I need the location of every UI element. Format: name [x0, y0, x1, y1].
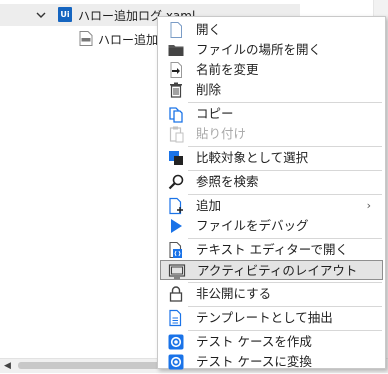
menu-item-label: 貼り付け	[196, 126, 247, 141]
menu-item-label: コピー	[196, 106, 234, 121]
menu-item-create-test-case[interactable]: テスト ケースを作成	[160, 332, 383, 352]
layout-icon	[168, 262, 186, 280]
menu-item-open-text-editor[interactable]: テキスト エディターで開く	[160, 240, 383, 260]
menu-item-label: ファイルの場所を開く	[196, 42, 322, 57]
trash-icon	[167, 81, 185, 99]
menu-item-open[interactable]: 開く	[160, 20, 383, 40]
chevron-right-icon: ›	[366, 199, 371, 212]
scrollbar-thumb[interactable]	[18, 362, 168, 369]
menu-separator	[188, 238, 382, 239]
menu-item-label: 非公開にする	[196, 286, 272, 301]
copy-icon	[167, 105, 185, 123]
menu-item-select-compare[interactable]: 比較対象として選択	[160, 148, 383, 168]
rename-icon	[167, 61, 185, 79]
menu-item-label: ファイルをデバッグ	[196, 218, 309, 233]
menu-item-extract-template[interactable]: テンプレートとして抽出	[160, 308, 383, 328]
menu-item-copy[interactable]: コピー	[160, 104, 383, 124]
menu-item-rename[interactable]: 名前を変更	[160, 60, 383, 80]
menu-item-make-private[interactable]: 非公開にする	[160, 284, 383, 304]
folder-icon	[167, 41, 185, 59]
menu-separator	[188, 306, 382, 307]
paste-icon	[167, 125, 185, 143]
chevron-down-icon[interactable]	[34, 8, 48, 22]
menu-item-label: アクティビティのレイアウト	[197, 263, 358, 278]
context-menu: 開く ファイルの場所を開く 名前を変更 削除 コピー 貼り付け 比較対象として選…	[157, 16, 386, 372]
test-case-icon	[167, 333, 185, 351]
menu-item-paste[interactable]: 貼り付け	[160, 124, 383, 144]
menu-item-label: テスト ケースに変換	[196, 354, 312, 369]
template-icon	[167, 309, 185, 327]
menu-item-label: 名前を変更	[196, 62, 259, 77]
menu-item-label: 参照を検索	[196, 174, 259, 189]
menu-item-label: 削除	[196, 82, 222, 97]
menu-item-label: 開く	[196, 22, 222, 37]
menu-item-debug-file[interactable]: ファイルをデバッグ	[160, 216, 383, 236]
menu-item-activity-layout[interactable]: アクティビティのレイアウト	[160, 260, 383, 280]
lock-icon	[167, 285, 185, 303]
menu-item-add[interactable]: 追加 ›	[160, 196, 383, 216]
menu-item-delete[interactable]: 削除	[160, 80, 383, 100]
menu-separator	[188, 102, 382, 103]
test-case-icon	[167, 353, 185, 371]
menu-item-find-references[interactable]: 参照を検索	[160, 172, 383, 192]
add-document-icon	[167, 197, 185, 215]
menu-item-label: テスト ケースを作成	[196, 334, 312, 349]
menu-item-label: テキスト エディターで開く	[196, 242, 348, 257]
scroll-left-icon[interactable]: ◀	[4, 361, 11, 371]
json-file-icon	[79, 31, 93, 46]
compare-icon	[167, 149, 185, 167]
menu-separator	[188, 330, 382, 331]
magnifier-icon	[167, 173, 185, 191]
text-editor-icon	[167, 241, 185, 259]
xaml-file-icon: Ui	[58, 7, 72, 22]
menu-item-label: 比較対象として選択	[196, 150, 309, 165]
tree-item-child-label: ハロー追加	[98, 33, 159, 47]
blank-document-icon	[167, 21, 185, 39]
menu-separator	[188, 170, 382, 171]
menu-item-label: テンプレートとして抽出	[196, 310, 333, 325]
play-icon	[167, 217, 185, 235]
menu-item-label: 追加	[196, 198, 222, 213]
menu-separator	[188, 282, 382, 283]
menu-separator	[188, 146, 382, 147]
menu-item-convert-test-case[interactable]: テスト ケースに変換	[160, 352, 383, 372]
menu-item-open-location[interactable]: ファイルの場所を開く	[160, 40, 383, 60]
menu-separator	[188, 194, 382, 195]
